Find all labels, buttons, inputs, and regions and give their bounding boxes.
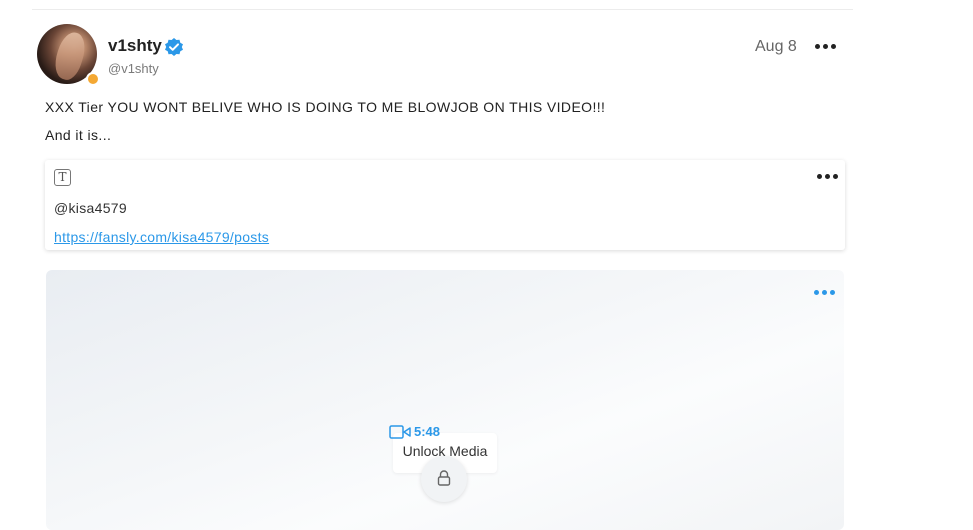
external-link[interactable]: https://fansly.com/kisa4579/posts [54, 229, 269, 245]
author-name[interactable]: v1shty [108, 36, 162, 56]
mention-text[interactable]: @kisa4579 [54, 200, 127, 216]
lock-icon [437, 470, 451, 486]
top-divider [32, 9, 853, 10]
unlock-lock-button[interactable] [421, 456, 467, 502]
video-duration: 5:48 [414, 424, 441, 439]
verified-badge-icon [165, 38, 183, 56]
card-more-options-icon[interactable] [817, 174, 838, 179]
post-text-line: And it is... [45, 127, 112, 143]
post-date: Aug 8 [755, 38, 797, 55]
text-format-icon: T [54, 169, 71, 186]
post-more-options-icon[interactable] [815, 44, 836, 49]
media-more-options-icon[interactable] [814, 290, 835, 295]
author-handle[interactable]: @v1shty [108, 61, 159, 76]
online-status-dot [86, 72, 100, 86]
locked-media-container[interactable]: Unlock Media 5:48 [46, 270, 844, 530]
link-card: T @kisa4579 https://fansly.com/kisa4579/… [45, 160, 845, 250]
post-text-line: XXX Tier YOU WONT BELIVE WHO IS DOING TO… [45, 99, 606, 115]
video-camera-icon [389, 425, 411, 439]
